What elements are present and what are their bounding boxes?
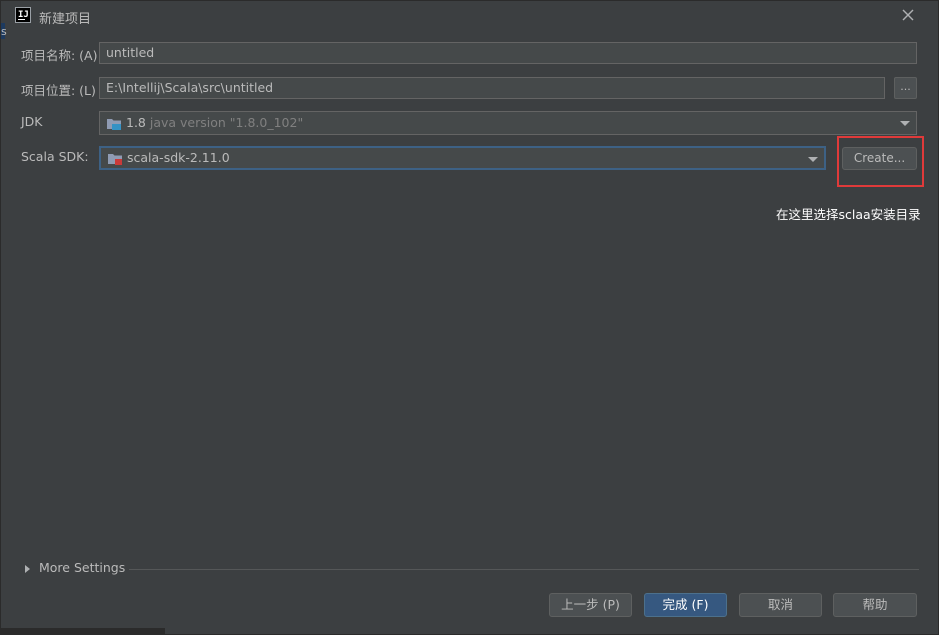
scala-sdk-value: scala-sdk-2.11.0 (127, 150, 230, 165)
expand-triangle-icon (25, 564, 30, 573)
project-location-value: E:\Intellij\Scala\src\untitled (106, 80, 274, 95)
intellij-logo-icon: IJ (15, 7, 31, 23)
jdk-folder-icon (107, 118, 121, 130)
close-icon[interactable] (900, 7, 916, 23)
help-button[interactable]: 帮助 (833, 593, 917, 617)
browse-location-button[interactable]: ... (894, 77, 917, 99)
project-name-input[interactable]: untitled (99, 42, 917, 64)
project-name-label: 项目名称: (A) (21, 48, 98, 63)
more-settings-separator (129, 569, 919, 570)
project-location-label: 项目位置: (L) (21, 83, 96, 98)
cancel-button[interactable]: 取消 (739, 593, 822, 617)
new-project-dialog: IJ 新建项目 sr 项目名称: (A) untitled 项目位置: (L) … (0, 0, 939, 635)
more-settings-label: More Settings (39, 560, 126, 575)
previous-button[interactable]: 上一步 (P) (549, 593, 632, 617)
finish-button[interactable]: 完成 (F) (644, 593, 727, 617)
background-window-edge-bottom (0, 628, 165, 635)
jdk-combobox[interactable]: 1.8 java version "1.8.0_102" (99, 111, 917, 135)
more-settings-toggle[interactable]: More Settings (25, 560, 125, 575)
scala-sdk-combobox[interactable]: scala-sdk-2.11.0 (99, 146, 826, 170)
project-name-value: untitled (106, 45, 155, 60)
chevron-down-icon (900, 121, 910, 126)
jdk-version: 1.8 (126, 115, 146, 130)
scala-sdk-label: Scala SDK: (21, 149, 89, 164)
jdk-detail: java version "1.8.0_102" (149, 115, 304, 130)
scala-sdk-folder-icon (108, 153, 122, 165)
project-location-input[interactable]: E:\Intellij\Scala\src\untitled (99, 77, 885, 99)
jdk-label: JDK (21, 114, 43, 129)
chevron-down-icon (808, 157, 818, 162)
background-window-text: sr (1, 25, 7, 38)
annotation-text: 在这里选择sclaa安装目录 (776, 207, 921, 222)
window-title: 新建项目 (39, 12, 92, 27)
annotation-highlight-box (837, 136, 924, 187)
title-bar: IJ 新建项目 (1, 1, 938, 33)
